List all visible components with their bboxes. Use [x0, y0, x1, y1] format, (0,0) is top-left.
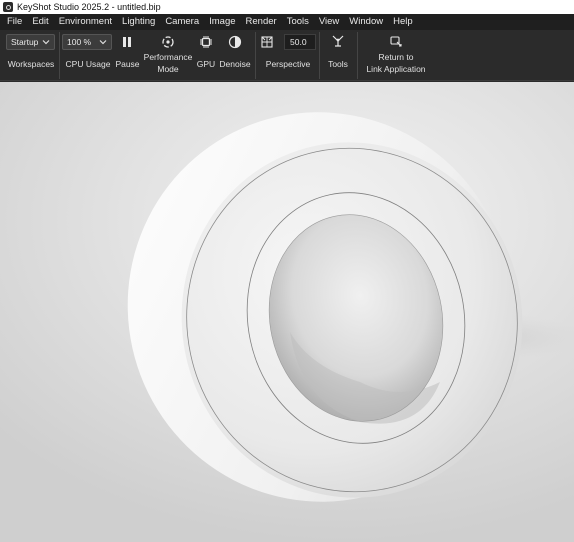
chevron-down-icon: [99, 40, 107, 45]
menu-help[interactable]: Help: [389, 14, 417, 30]
ring-model: [127, 112, 574, 502]
cpu-usage-select[interactable]: 100 %: [62, 34, 112, 50]
workspaces-label: Workspaces: [7, 59, 55, 69]
pause-button[interactable]: Pause: [113, 59, 142, 70]
perspective-label: Perspective: [265, 59, 311, 69]
toolbar-separator: [357, 32, 358, 79]
window-title: KeyShot Studio 2025.2 - untitled.bip: [17, 2, 161, 12]
menu-window[interactable]: Window: [345, 14, 387, 30]
gpu-chip-icon[interactable]: [199, 35, 213, 49]
toolbar-separator: [255, 32, 256, 79]
ribbon-toolbar: Startup Workspaces 100 % CPU Usage Pause…: [0, 30, 574, 81]
tools-button[interactable]: Tools: [322, 59, 354, 70]
performance-mode-icon[interactable]: [161, 35, 175, 49]
menu-render[interactable]: Render: [242, 14, 281, 30]
perspective-value-field[interactable]: 50.0: [284, 34, 316, 50]
gpu-button[interactable]: GPU: [194, 59, 218, 70]
return-label-2[interactable]: Link Application: [360, 64, 432, 75]
menu-camera[interactable]: Camera: [161, 14, 203, 30]
menu-edit[interactable]: Edit: [28, 14, 52, 30]
keyshot-app-icon: [3, 2, 13, 12]
chevron-down-icon: [42, 40, 50, 45]
menu-lighting[interactable]: Lighting: [118, 14, 159, 30]
return-label-1[interactable]: Return to: [360, 52, 432, 63]
camera-perspective-icon[interactable]: [260, 35, 274, 49]
render-viewport[interactable]: [0, 82, 574, 542]
pause-icon[interactable]: [120, 35, 134, 49]
menu-environment[interactable]: Environment: [55, 14, 116, 30]
menu-view[interactable]: View: [315, 14, 343, 30]
workspace-value: Startup: [11, 37, 39, 47]
menu-tools[interactable]: Tools: [283, 14, 313, 30]
tools-icon[interactable]: [331, 34, 345, 48]
performance-mode-label-1[interactable]: Performance: [142, 52, 194, 63]
workspace-select[interactable]: Startup: [6, 34, 55, 50]
menu-image[interactable]: Image: [205, 14, 239, 30]
toolbar-separator: [59, 32, 60, 79]
denoise-button[interactable]: Denoise: [218, 59, 252, 70]
cpu-usage-value: 100 %: [67, 37, 92, 47]
return-link-icon[interactable]: [389, 34, 403, 48]
performance-mode-label-2[interactable]: Mode: [142, 64, 194, 75]
denoise-icon[interactable]: [228, 35, 242, 49]
toolbar-separator: [319, 32, 320, 79]
perspective-value: 50.0: [290, 37, 307, 47]
cpu-usage-label: CPU Usage: [65, 59, 111, 69]
menu-file[interactable]: File: [3, 14, 26, 30]
title-bar: KeyShot Studio 2025.2 - untitled.bip: [0, 0, 574, 14]
menu-bar: File Edit Environment Lighting Camera Im…: [0, 14, 574, 30]
